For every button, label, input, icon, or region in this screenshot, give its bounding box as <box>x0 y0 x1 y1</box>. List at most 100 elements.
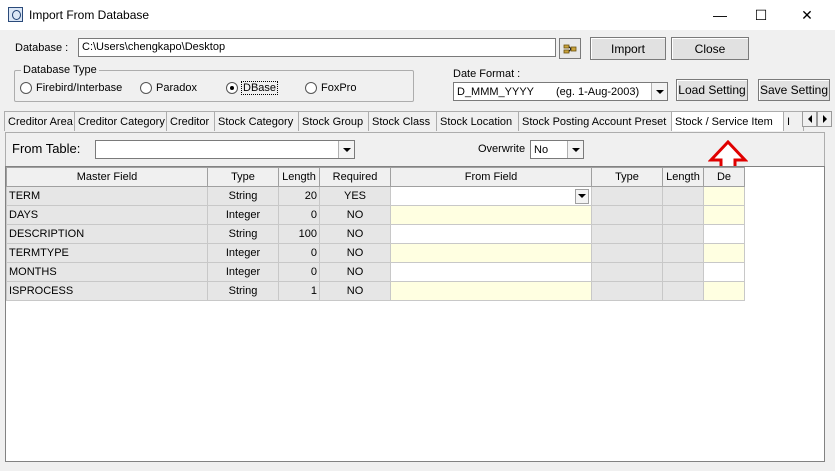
from-length-cell <box>662 243 704 263</box>
from-type-cell <box>591 281 663 301</box>
master-field-cell: DESCRIPTION <box>6 224 208 244</box>
radio-dbase[interactable]: DBase <box>226 81 279 95</box>
browse-folder-button[interactable] <box>559 38 581 59</box>
close-window-button[interactable]: ✕ <box>784 0 830 30</box>
default-cell[interactable] <box>703 281 745 301</box>
header-length[interactable]: Length <box>278 167 320 187</box>
header-default[interactable]: De <box>703 167 745 187</box>
from-field-cell[interactable] <box>390 262 592 282</box>
length-cell: 100 <box>278 224 320 244</box>
type-cell: String <box>207 186 279 206</box>
header-from-field[interactable]: From Field <box>390 167 592 187</box>
date-format-select[interactable]: D_MMM_YYYY (eg. 1-Aug-2003) <box>453 82 668 101</box>
default-cell[interactable] <box>703 186 745 206</box>
required-cell: NO <box>319 224 391 244</box>
field-mapping-grid[interactable]: Master Field Type Length Required From F… <box>5 166 825 462</box>
default-cell[interactable] <box>703 243 745 263</box>
browse-folder-icon <box>563 44 577 53</box>
type-cell: Integer <box>207 243 279 263</box>
table-row[interactable]: DAYS Integer 0 NO <box>6 205 745 225</box>
master-field-cell: TERMTYPE <box>6 243 208 263</box>
header-from-length[interactable]: Length <box>662 167 704 187</box>
tab-stock-category[interactable]: Stock Category <box>215 111 299 131</box>
type-cell: Integer <box>207 262 279 282</box>
arrow-left-icon <box>807 115 812 123</box>
table-row[interactable]: TERMTYPE Integer 0 NO <box>6 243 745 263</box>
required-cell: NO <box>319 262 391 282</box>
radio-label-foxpro: FoxPro <box>321 82 357 94</box>
length-cell: 1 <box>278 281 320 301</box>
tab-creditor[interactable]: Creditor <box>167 111 215 131</box>
table-row[interactable]: MONTHS Integer 0 NO <box>6 262 745 282</box>
database-path-input[interactable]: C:\Users\chengkapo\Desktop <box>78 38 556 57</box>
from-table-select[interactable] <box>95 140 355 159</box>
from-type-cell <box>591 186 663 206</box>
default-cell[interactable] <box>703 224 745 244</box>
default-cell[interactable] <box>703 262 745 282</box>
from-type-cell <box>591 205 663 225</box>
radio-button-selected[interactable] <box>226 82 238 94</box>
length-cell: 0 <box>278 243 320 263</box>
header-required[interactable]: Required <box>319 167 391 187</box>
radio-button[interactable] <box>140 82 152 94</box>
from-type-cell <box>591 262 663 282</box>
default-cell[interactable] <box>703 205 745 225</box>
tab-stock-service-item[interactable]: Stock / Service Item <box>672 111 784 131</box>
from-type-cell <box>591 224 663 244</box>
title-bar: Import From Database — ☐ ✕ <box>0 0 835 30</box>
from-field-cell[interactable] <box>390 186 592 206</box>
master-field-cell: TERM <box>6 186 208 206</box>
tab-scroll-left-button[interactable] <box>802 111 817 127</box>
radio-foxpro[interactable]: FoxPro <box>305 82 356 94</box>
type-cell: Integer <box>207 205 279 225</box>
radio-firebird[interactable]: Firebird/Interbase <box>20 82 122 94</box>
chevron-down-icon[interactable] <box>651 83 667 100</box>
tab-strip: Creditor Area Creditor Category Creditor… <box>4 111 804 131</box>
radio-button[interactable] <box>20 82 32 94</box>
table-row[interactable]: ISPROCESS String 1 NO <box>6 281 745 301</box>
radio-label-paradox: Paradox <box>156 82 197 94</box>
minimize-button[interactable]: — <box>697 0 743 30</box>
from-field-cell[interactable] <box>390 281 592 301</box>
header-from-type[interactable]: Type <box>591 167 663 187</box>
date-format-example: (eg. 1-Aug-2003) <box>556 85 640 98</box>
database-type-title: Database Type <box>21 64 99 76</box>
from-length-cell <box>662 281 704 301</box>
table-row[interactable]: DESCRIPTION String 100 NO <box>6 224 745 244</box>
from-length-cell <box>662 186 704 206</box>
from-field-cell[interactable] <box>390 243 592 263</box>
tab-creditor-category[interactable]: Creditor Category <box>75 111 167 131</box>
tab-overflow[interactable]: I <box>784 111 804 131</box>
table-row[interactable]: TERM String 20 YES <box>6 186 745 206</box>
length-cell: 20 <box>278 186 320 206</box>
load-setting-button[interactable]: Load Setting <box>676 79 748 101</box>
header-type[interactable]: Type <box>207 167 279 187</box>
tab-stock-class[interactable]: Stock Class <box>369 111 437 131</box>
from-table-label: From Table: <box>12 141 81 156</box>
from-field-cell[interactable] <box>390 205 592 225</box>
date-format-value: D_MMM_YYYY <box>457 85 535 98</box>
radio-button[interactable] <box>305 82 317 94</box>
arrow-right-icon <box>822 115 827 123</box>
radio-paradox[interactable]: Paradox <box>140 82 197 94</box>
header-master-field[interactable]: Master Field <box>6 167 208 187</box>
tab-creditor-area[interactable]: Creditor Area <box>4 111 75 131</box>
import-button[interactable]: Import <box>590 37 666 60</box>
tab-stock-group[interactable]: Stock Group <box>299 111 369 131</box>
tab-stock-location[interactable]: Stock Location <box>437 111 519 131</box>
from-length-cell <box>662 224 704 244</box>
mapping-table: Master Field Type Length Required From F… <box>6 167 745 301</box>
close-button[interactable]: Close <box>671 37 749 60</box>
maximize-button[interactable]: ☐ <box>738 0 784 30</box>
from-field-cell[interactable] <box>390 224 592 244</box>
chevron-down-icon[interactable] <box>338 141 354 158</box>
length-cell: 0 <box>278 262 320 282</box>
chevron-down-icon[interactable] <box>575 188 589 204</box>
save-setting-button[interactable]: Save Setting <box>758 79 830 101</box>
overwrite-select[interactable]: No <box>530 140 584 159</box>
required-cell: YES <box>319 186 391 206</box>
tab-stock-posting-account-preset[interactable]: Stock Posting Account Preset <box>519 111 672 131</box>
app-icon <box>8 7 23 22</box>
tab-scroll-right-button[interactable] <box>817 111 832 127</box>
chevron-down-icon[interactable] <box>567 141 583 158</box>
